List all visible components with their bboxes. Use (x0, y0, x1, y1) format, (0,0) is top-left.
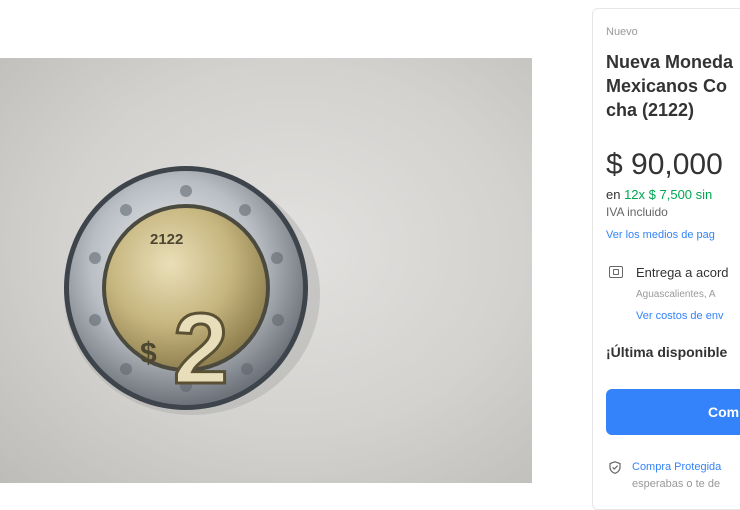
coin-currency-sign: $ (140, 337, 157, 370)
installments-offer: 12x $ 7,500 sin (624, 187, 713, 202)
iva-label: IVA incluido (606, 205, 668, 219)
product-image[interactable]: 2122 2 $ (0, 58, 532, 483)
product-price: $ 90,000 (606, 148, 723, 181)
coin-year: 2122 (150, 231, 183, 248)
buy-button[interactable]: Com (606, 389, 740, 435)
installments-info: en 12x $ 7,500 sin (606, 187, 712, 202)
coin-denomination: 2 (173, 293, 229, 405)
condition-label: Nuevo (606, 26, 638, 38)
protected-purchase-text: esperabas o te de (632, 478, 721, 490)
installments-prefix: en (606, 187, 625, 202)
availability-label: ¡Última disponible (606, 344, 728, 360)
shield-icon (609, 461, 621, 474)
payment-methods-link[interactable]: Ver los medios de pag (606, 229, 715, 241)
product-title: Nueva Moneda Mexicanos Co cha (2122) (606, 52, 734, 120)
delivery-location: Aguascalientes, A (636, 289, 716, 300)
protected-purchase-link[interactable]: Compra Protegida (632, 461, 721, 473)
map-icon (609, 266, 623, 278)
shipping-costs-link[interactable]: Ver costos de env (636, 310, 723, 322)
delivery-label: Entrega a acord (636, 265, 729, 280)
coin-illustration: 2122 2 $ (64, 166, 320, 415)
